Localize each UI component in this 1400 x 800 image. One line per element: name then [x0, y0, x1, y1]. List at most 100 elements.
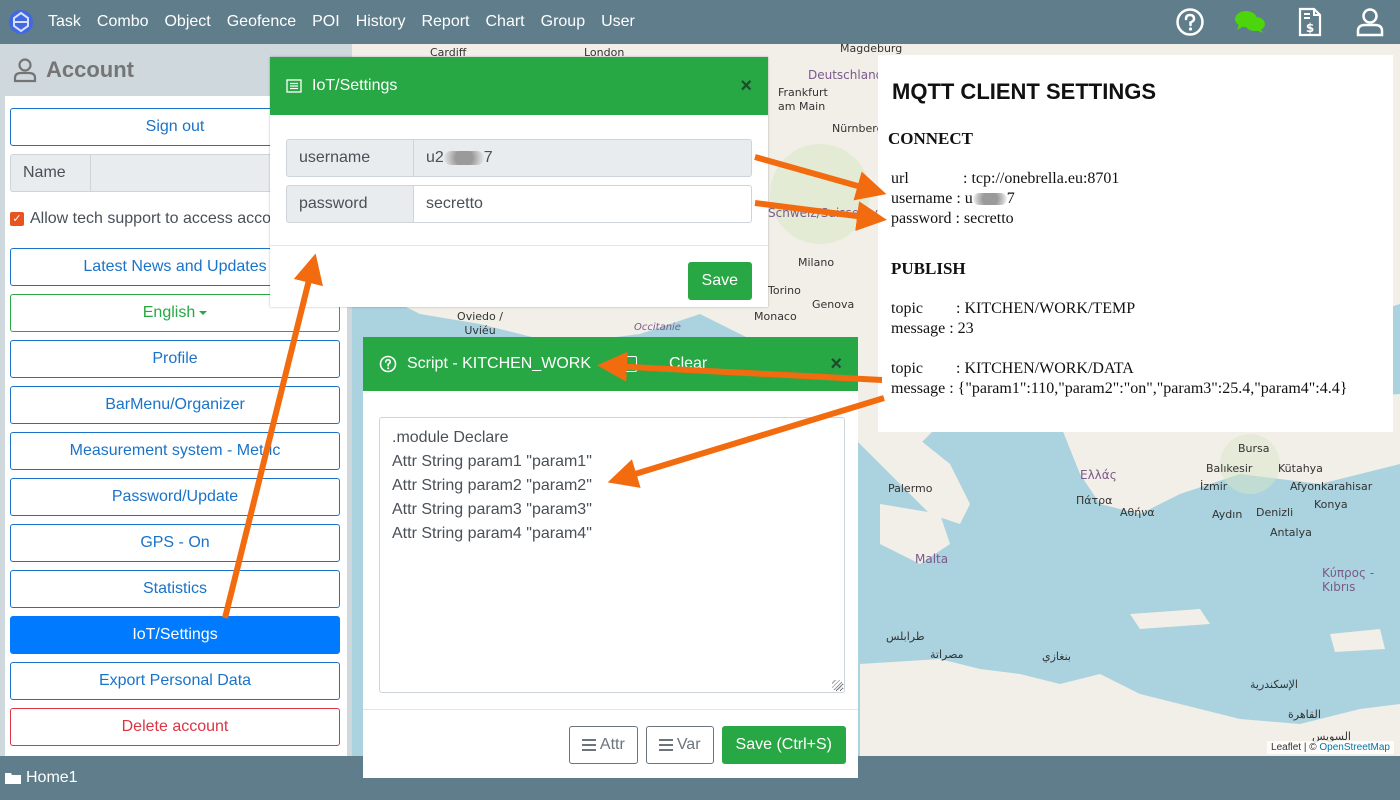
- nav-chart[interactable]: Chart: [478, 13, 533, 31]
- iot-save-button[interactable]: Save: [687, 262, 752, 300]
- username-field-group: username u2 7: [286, 139, 752, 177]
- password-update-button[interactable]: Password/Update: [10, 478, 340, 516]
- nav-user[interactable]: User: [593, 13, 643, 31]
- iot-settings-button[interactable]: IoT/Settings: [10, 616, 340, 654]
- attribution-separator: | ©: [1301, 742, 1320, 753]
- help-circle-icon[interactable]: [379, 355, 397, 373]
- map-label-bursa: Bursa: [1238, 442, 1270, 455]
- var-label: Var: [676, 736, 701, 753]
- username-value-suffix: 7: [1006, 190, 1015, 207]
- nav-combo[interactable]: Combo: [89, 13, 157, 31]
- invoice-button[interactable]: $: [1280, 0, 1340, 44]
- list-icon: [286, 79, 302, 93]
- leaflet-link[interactable]: Leaflet: [1271, 742, 1301, 753]
- topic-value: : KITCHEN/WORK/TEMP: [956, 300, 1136, 317]
- language-label: English: [142, 304, 196, 321]
- topic-key: topic: [891, 300, 923, 317]
- folder-home1[interactable]: Home1: [4, 769, 78, 787]
- help-button[interactable]: [1160, 0, 1220, 44]
- nav-object[interactable]: Object: [156, 13, 218, 31]
- nav-task[interactable]: Task: [40, 13, 89, 31]
- map-label-antalya: Antalya: [1270, 526, 1312, 539]
- username-input[interactable]: u2 7: [413, 139, 752, 177]
- script-line: Attr String param2 "param2": [392, 477, 592, 494]
- script-modal-close-button[interactable]: ×: [830, 353, 842, 376]
- profile-button[interactable]: Profile: [10, 340, 340, 378]
- nav-geofence[interactable]: Geofence: [219, 13, 304, 31]
- iot-modal-header: IoT/Settings ×: [270, 57, 768, 115]
- allow-support-label: Allow tech support to access account: [30, 210, 294, 227]
- attr-label: Attr: [599, 736, 625, 753]
- topic-value: : KITCHEN/WORK/DATA: [956, 360, 1134, 377]
- map-label-izmir: İzmir: [1200, 480, 1228, 493]
- statistics-button[interactable]: Statistics: [10, 570, 340, 608]
- nav-report[interactable]: Report: [413, 13, 477, 31]
- url-value: : tcp://onebrella.eu:8701: [963, 170, 1120, 187]
- map-attribution: Leaflet | © OpenStreetMap: [1267, 741, 1394, 754]
- password-field-group: password: [286, 185, 752, 223]
- globe-logo-icon[interactable]: [8, 9, 34, 35]
- redacted-blur: [443, 150, 484, 165]
- var-button[interactable]: Var: [645, 726, 714, 764]
- password-key: password: [891, 210, 952, 227]
- script-line: .module Declare: [392, 429, 509, 446]
- script-modal-header: Script - KITCHEN_WORK Clear ×: [363, 337, 858, 391]
- script-line: Attr String param1 "param1": [392, 453, 592, 470]
- account-title: Account: [46, 57, 134, 82]
- map-label-alexandria: الإسكندرية: [1250, 678, 1298, 691]
- message-value: : {"param1":110,"param2":"on","param3":2…: [949, 380, 1348, 397]
- nav-history[interactable]: History: [348, 13, 414, 31]
- clipboard-icon[interactable]: [623, 356, 638, 372]
- top-navbar: Task Combo Object Geofence POI History R…: [0, 0, 1400, 44]
- username-key: username: [891, 190, 953, 207]
- map-label-magdeburg: Magdeburg: [840, 44, 903, 55]
- username-label: username: [286, 139, 413, 177]
- iot-settings-modal: IoT/Settings × username u2 7 password Sav…: [270, 57, 768, 307]
- barmenu-organizer-button[interactable]: BarMenu/Organizer: [10, 386, 340, 424]
- map-label-nurnberg: Nürnberg: [832, 122, 884, 135]
- nav-poi[interactable]: POI: [304, 13, 348, 31]
- map-label-palermo: Palermo: [888, 482, 933, 495]
- map-label-genova: Genova: [812, 298, 855, 311]
- publish-message-row: message : {"param1":110,"param2":"on","p…: [891, 379, 1381, 399]
- map-label-kypros: Κύπρος - Kıbrıs: [1322, 566, 1375, 594]
- map-label-patra: Πάτρα: [1076, 494, 1113, 507]
- map-label-deutschland: Deutschland: [808, 68, 884, 82]
- map-label-frankfurt: Frankfurt am Main: [778, 86, 828, 113]
- gps-toggle-button[interactable]: GPS - On: [10, 524, 340, 562]
- publish-message-row: message : 23: [891, 319, 1381, 339]
- script-save-button[interactable]: Save (Ctrl+S): [721, 726, 846, 764]
- svg-text:$: $: [1306, 21, 1314, 35]
- password-value: : secretto: [955, 210, 1014, 227]
- caret-down-icon: [199, 310, 208, 315]
- script-modal: Script - KITCHEN_WORK Clear × .module De…: [363, 337, 858, 778]
- allow-support-checkbox[interactable]: ✓: [10, 212, 24, 226]
- map-label-denizli: Denizli: [1256, 506, 1294, 519]
- user-menu-button[interactable]: [1340, 0, 1400, 44]
- attr-button[interactable]: Attr: [568, 726, 638, 764]
- invoice-icon: $: [1298, 7, 1322, 37]
- publish-topic-row: topic : KITCHEN/WORK/DATA: [891, 359, 1381, 379]
- openstreetmap-link[interactable]: OpenStreetMap: [1319, 742, 1390, 753]
- password-label: password: [286, 185, 413, 223]
- delete-account-button[interactable]: Delete account: [10, 708, 340, 746]
- message-key: message: [891, 320, 946, 337]
- script-line: Attr String param4 "param4": [392, 525, 592, 542]
- user-icon: [1356, 8, 1384, 37]
- iot-modal-close-button[interactable]: ×: [740, 75, 752, 98]
- password-input[interactable]: [413, 185, 752, 223]
- map-label-konya: Konya: [1314, 498, 1348, 511]
- map-label-malta: Malta: [915, 552, 949, 566]
- export-personal-data-button[interactable]: Export Personal Data: [10, 662, 340, 700]
- resize-handle[interactable]: [832, 680, 842, 690]
- publish-heading: PUBLISH: [891, 259, 966, 278]
- script-editor[interactable]: .module Declare Attr String param1 "para…: [379, 417, 845, 693]
- chat-button[interactable]: [1220, 0, 1280, 44]
- clear-button[interactable]: Clear: [669, 355, 707, 373]
- measurement-system-button[interactable]: Measurement system - Metric: [10, 432, 340, 470]
- nav-group[interactable]: Group: [533, 13, 593, 31]
- redacted-blur: [972, 193, 1007, 205]
- map-label-balikesir: Balıkesir: [1206, 462, 1253, 475]
